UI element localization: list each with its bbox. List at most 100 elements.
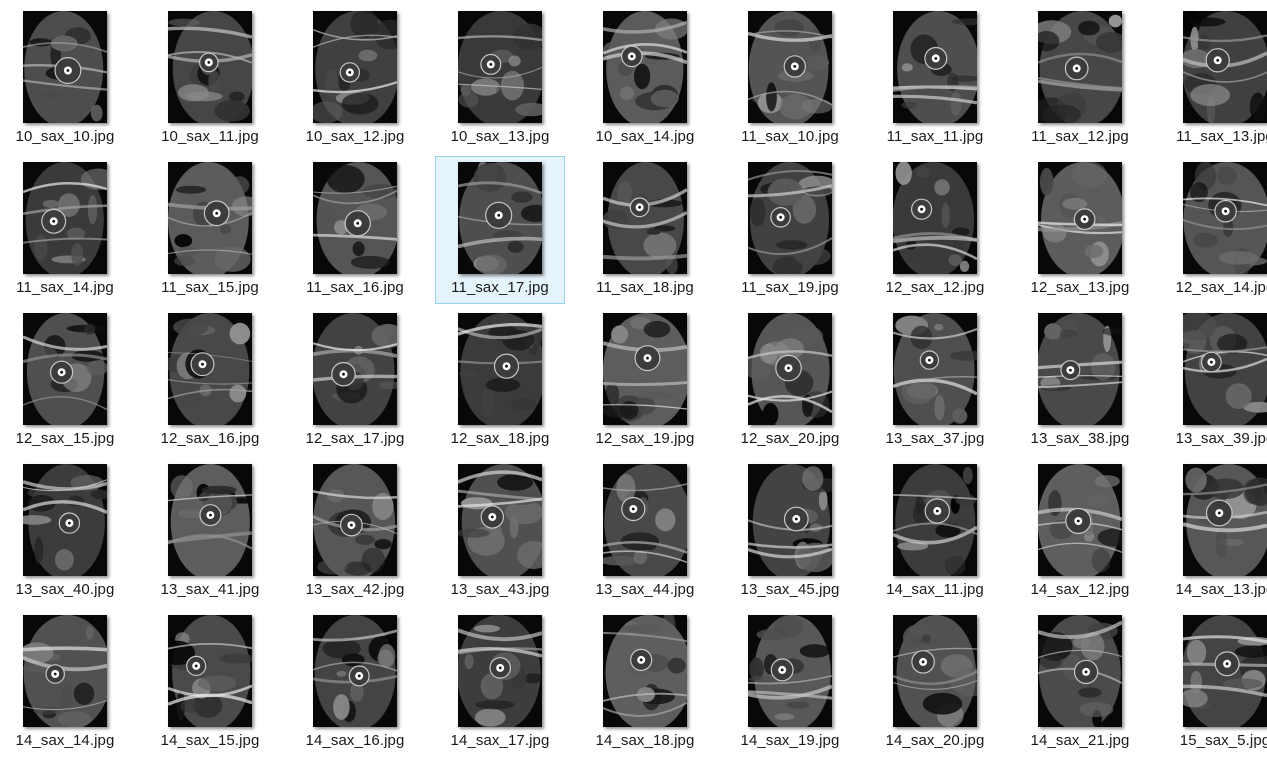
- file-name-label[interactable]: 13_sax_37.jpg: [871, 430, 999, 447]
- file-thumbnail[interactable]: [313, 464, 397, 576]
- file-thumbnail[interactable]: [458, 464, 542, 576]
- file-tile[interactable]: 12_sax_12.jpg: [870, 156, 1000, 304]
- file-name-label[interactable]: 12_sax_12.jpg: [871, 279, 999, 296]
- file-thumbnail[interactable]: [1038, 464, 1122, 576]
- file-name-label[interactable]: 11_sax_15.jpg: [146, 279, 274, 296]
- file-tile[interactable]: 11_sax_19.jpg: [725, 156, 855, 304]
- file-name-label[interactable]: 12_sax_14.jpg: [1161, 279, 1267, 296]
- file-tile[interactable]: 12_sax_20.jpg: [725, 307, 855, 455]
- file-thumbnail[interactable]: [1183, 11, 1267, 123]
- file-thumbnail[interactable]: [748, 615, 832, 727]
- file-tile[interactable]: 11_sax_11.jpg: [870, 5, 1000, 153]
- file-name-label[interactable]: 14_sax_18.jpg: [581, 732, 709, 749]
- file-tile[interactable]: 11_sax_14.jpg: [0, 156, 130, 304]
- file-thumbnail[interactable]: [1183, 313, 1267, 425]
- file-tile[interactable]: 11_sax_16.jpg: [290, 156, 420, 304]
- file-tile[interactable]: 13_sax_40.jpg: [0, 458, 130, 606]
- file-tile[interactable]: 11_sax_10.jpg: [725, 5, 855, 153]
- file-name-label[interactable]: 14_sax_19.jpg: [726, 732, 854, 749]
- file-thumbnail[interactable]: [168, 313, 252, 425]
- file-name-label[interactable]: 11_sax_16.jpg: [291, 279, 419, 296]
- file-tile[interactable]: 12_sax_15.jpg: [0, 307, 130, 455]
- file-thumbnail[interactable]: [168, 464, 252, 576]
- file-thumbnail[interactable]: [23, 464, 107, 576]
- file-tile[interactable]: 14_sax_14.jpg: [0, 609, 130, 757]
- file-tile[interactable]: 14_sax_21.jpg: [1015, 609, 1145, 757]
- file-thumbnail[interactable]: [893, 464, 977, 576]
- file-thumbnail[interactable]: [23, 11, 107, 123]
- file-tile[interactable]: 14_sax_15.jpg: [145, 609, 275, 757]
- file-name-label[interactable]: 14_sax_20.jpg: [871, 732, 999, 749]
- file-tile[interactable]: 13_sax_39.jpg: [1160, 307, 1267, 455]
- file-thumbnail[interactable]: [168, 615, 252, 727]
- file-name-label[interactable]: 15_sax_5.jpg: [1161, 732, 1267, 749]
- file-thumbnail[interactable]: [893, 313, 977, 425]
- file-tile[interactable]: 14_sax_20.jpg: [870, 609, 1000, 757]
- file-thumbnail[interactable]: [313, 313, 397, 425]
- file-name-label[interactable]: 14_sax_14.jpg: [1, 732, 129, 749]
- file-name-label[interactable]: 12_sax_18.jpg: [436, 430, 564, 447]
- file-name-label[interactable]: 14_sax_12.jpg: [1016, 581, 1144, 598]
- file-tile[interactable]: 10_sax_11.jpg: [145, 5, 275, 153]
- file-name-label[interactable]: 13_sax_40.jpg: [1, 581, 129, 598]
- file-tile[interactable]: 13_sax_45.jpg: [725, 458, 855, 606]
- file-tile[interactable]: 12_sax_16.jpg: [145, 307, 275, 455]
- file-name-label[interactable]: 11_sax_12.jpg: [1016, 128, 1144, 145]
- file-thumbnail[interactable]: [23, 162, 107, 274]
- file-thumbnail[interactable]: [1183, 464, 1267, 576]
- file-thumbnail[interactable]: [603, 11, 687, 123]
- file-thumbnail[interactable]: [313, 162, 397, 274]
- file-tile[interactable]: 11_sax_15.jpg: [145, 156, 275, 304]
- file-name-label[interactable]: 11_sax_11.jpg: [871, 128, 999, 145]
- file-tile[interactable]: 10_sax_13.jpg: [435, 5, 565, 153]
- file-name-label[interactable]: 12_sax_16.jpg: [146, 430, 274, 447]
- file-tile[interactable]: 12_sax_17.jpg: [290, 307, 420, 455]
- file-tile[interactable]: 12_sax_13.jpg: [1015, 156, 1145, 304]
- file-name-label[interactable]: 13_sax_42.jpg: [291, 581, 419, 598]
- file-thumbnail[interactable]: [603, 162, 687, 274]
- file-name-label[interactable]: 14_sax_17.jpg: [436, 732, 564, 749]
- file-name-label[interactable]: 14_sax_15.jpg: [146, 732, 274, 749]
- file-tile[interactable]: 14_sax_18.jpg: [580, 609, 710, 757]
- file-tile[interactable]: 14_sax_17.jpg: [435, 609, 565, 757]
- file-tile[interactable]: 10_sax_12.jpg: [290, 5, 420, 153]
- file-thumbnail[interactable]: [1038, 615, 1122, 727]
- file-thumbnail[interactable]: [1183, 162, 1267, 274]
- file-tile[interactable]: 14_sax_16.jpg: [290, 609, 420, 757]
- file-thumbnail[interactable]: [1183, 615, 1267, 727]
- file-tile[interactable]: 14_sax_11.jpg: [870, 458, 1000, 606]
- file-thumbnail[interactable]: [893, 615, 977, 727]
- file-thumbnail[interactable]: [748, 464, 832, 576]
- file-name-label[interactable]: 10_sax_10.jpg: [1, 128, 129, 145]
- file-tile[interactable]: 14_sax_19.jpg: [725, 609, 855, 757]
- file-thumbnail[interactable]: [893, 11, 977, 123]
- file-thumbnail[interactable]: [748, 162, 832, 274]
- file-thumbnail[interactable]: [458, 615, 542, 727]
- file-name-label[interactable]: 12_sax_13.jpg: [1016, 279, 1144, 296]
- file-thumbnail[interactable]: [748, 313, 832, 425]
- file-name-label[interactable]: 11_sax_13.jpg: [1161, 128, 1267, 145]
- file-tile[interactable]: 11_sax_18.jpg: [580, 156, 710, 304]
- file-tile[interactable]: 13_sax_44.jpg: [580, 458, 710, 606]
- file-thumbnail[interactable]: [23, 313, 107, 425]
- file-thumbnail[interactable]: [603, 615, 687, 727]
- file-name-label[interactable]: 12_sax_17.jpg: [291, 430, 419, 447]
- file-thumbnail[interactable]: [893, 162, 977, 274]
- file-name-label[interactable]: 11_sax_18.jpg: [581, 279, 709, 296]
- file-tile[interactable]: 14_sax_12.jpg: [1015, 458, 1145, 606]
- file-name-label[interactable]: 10_sax_12.jpg: [291, 128, 419, 145]
- file-name-label[interactable]: 12_sax_19.jpg: [581, 430, 709, 447]
- file-name-label[interactable]: 13_sax_43.jpg: [436, 581, 564, 598]
- file-name-label[interactable]: 13_sax_38.jpg: [1016, 430, 1144, 447]
- file-name-label[interactable]: 11_sax_19.jpg: [726, 279, 854, 296]
- file-tile[interactable]: 13_sax_38.jpg: [1015, 307, 1145, 455]
- file-thumbnail[interactable]: [1038, 162, 1122, 274]
- file-tile[interactable]: 10_sax_14.jpg: [580, 5, 710, 153]
- file-thumbnail[interactable]: [1038, 313, 1122, 425]
- file-name-label[interactable]: 11_sax_14.jpg: [1, 279, 129, 296]
- file-thumbnail[interactable]: [458, 162, 542, 274]
- file-name-label[interactable]: 10_sax_11.jpg: [146, 128, 274, 145]
- file-thumbnail[interactable]: [168, 162, 252, 274]
- file-tile[interactable]: 13_sax_37.jpg: [870, 307, 1000, 455]
- file-name-label[interactable]: 12_sax_15.jpg: [1, 430, 129, 447]
